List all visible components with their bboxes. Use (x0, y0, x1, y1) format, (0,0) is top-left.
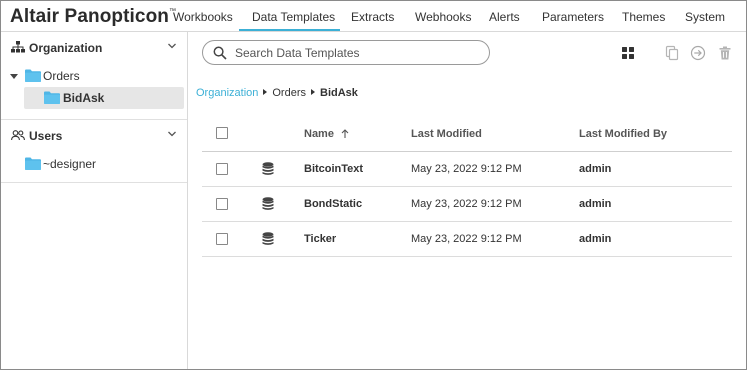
organization-label: Organization (29, 41, 103, 55)
table-row[interactable]: Ticker May 23, 2022 9:12 PM admin (202, 222, 732, 257)
breadcrumb-organization[interactable]: Organization (196, 87, 258, 99)
folder-icon (25, 157, 41, 170)
row-last-modified-by: admin (579, 233, 612, 245)
column-header-last-modified-by[interactable]: Last Modified By (579, 128, 667, 140)
search-icon (213, 46, 227, 60)
row-checkbox[interactable] (216, 233, 228, 245)
tree-item-orders[interactable]: Orders (1, 65, 187, 87)
app-logo: Altair Panopticon™ (10, 6, 176, 28)
row-name[interactable]: Ticker (304, 233, 336, 245)
row-last-modified-by: admin (579, 163, 612, 175)
chevron-down-icon[interactable] (167, 129, 177, 139)
delete-icon[interactable] (717, 45, 733, 61)
users-icon (11, 130, 25, 141)
tree-item-label: ~designer (43, 157, 97, 171)
row-last-modified: May 23, 2022 9:12 PM (411, 163, 522, 175)
breadcrumb: Organization Orders BidAsk (196, 87, 358, 99)
breadcrumb-orders[interactable]: Orders (272, 87, 306, 99)
move-icon[interactable] (690, 45, 706, 61)
tree-item-label: BidAsk (63, 91, 105, 105)
breadcrumb-separator-icon (263, 89, 268, 95)
search-input[interactable] (235, 44, 475, 61)
row-checkbox[interactable] (216, 163, 228, 175)
chevron-down-icon[interactable] (167, 41, 177, 51)
tab-parameters[interactable]: Parameters (542, 10, 604, 24)
caret-down-icon[interactable] (10, 74, 18, 80)
tree-item-designer[interactable]: ~designer (1, 153, 187, 175)
tree-item-bidask[interactable]: BidAsk (1, 87, 187, 109)
tab-webhooks[interactable]: Webhooks (415, 10, 471, 24)
select-all-checkbox[interactable] (216, 127, 228, 139)
grid-view-icon[interactable] (620, 45, 636, 61)
column-header-last-modified[interactable]: Last Modified (411, 128, 482, 140)
active-tab-indicator (239, 29, 340, 31)
database-icon (262, 197, 274, 210)
database-icon (262, 162, 274, 175)
row-name[interactable]: BondStatic (304, 198, 362, 210)
row-last-modified-by: admin (579, 198, 612, 210)
tab-alerts[interactable]: Alerts (489, 10, 520, 24)
tab-workbooks[interactable]: Workbooks (173, 10, 233, 24)
tree-item-label: Orders (43, 69, 80, 83)
breadcrumb-separator-icon (311, 89, 315, 95)
row-last-modified: May 23, 2022 9:12 PM (411, 233, 522, 245)
app-title: Altair Panopticon (10, 6, 169, 27)
sort-ascending-icon (341, 129, 349, 138)
database-icon (262, 232, 274, 245)
table-row[interactable]: BondStatic May 23, 2022 9:12 PM admin (202, 187, 732, 222)
users-section-header[interactable]: Users (1, 120, 187, 150)
folder-icon (44, 91, 60, 104)
hierarchy-icon (11, 41, 25, 53)
breadcrumb-bidask: BidAsk (320, 87, 358, 99)
tab-extracts[interactable]: Extracts (351, 10, 394, 24)
row-last-modified: May 23, 2022 9:12 PM (411, 198, 522, 210)
column-header-name[interactable]: Name (304, 128, 349, 140)
row-name[interactable]: BitcoinText (304, 163, 363, 175)
top-nav-bar: Altair Panopticon™ Workbooks Data Templa… (1, 1, 746, 32)
organization-section-header[interactable]: Organization (1, 32, 187, 62)
search-box[interactable] (202, 40, 490, 65)
tab-system[interactable]: System (685, 10, 725, 24)
table-row[interactable]: BitcoinText May 23, 2022 9:12 PM admin (202, 152, 732, 187)
tab-themes[interactable]: Themes (622, 10, 665, 24)
row-checkbox[interactable] (216, 198, 228, 210)
table-header-row: Name Last Modified Last Modified By (202, 117, 732, 152)
folder-icon (25, 69, 41, 82)
users-label: Users (29, 129, 63, 143)
sidebar: Organization Orders BidAsk Users ~design… (1, 32, 188, 369)
copy-icon[interactable] (664, 45, 680, 61)
app-window: Altair Panopticon™ Workbooks Data Templa… (0, 0, 747, 370)
divider (1, 182, 187, 183)
tab-data-templates[interactable]: Data Templates (252, 10, 335, 24)
